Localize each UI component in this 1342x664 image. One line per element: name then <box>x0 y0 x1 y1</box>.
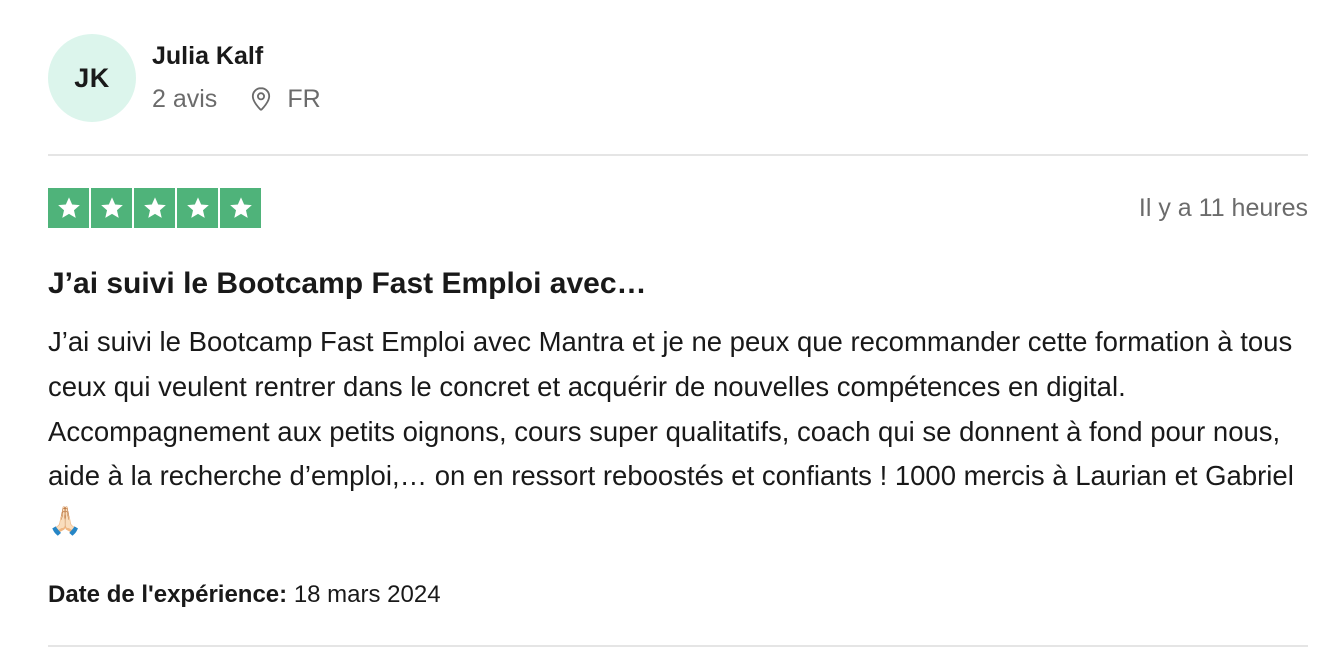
review-count: 2 avis <box>152 85 218 113</box>
star-icon <box>220 188 261 228</box>
location-pin-icon <box>247 85 275 113</box>
header-divider <box>48 154 1308 156</box>
avatar-initials: JK <box>74 62 110 93</box>
star-icon <box>48 188 89 228</box>
experience-date-label: Date de l'expérience: <box>48 581 294 608</box>
consumer-info: Julia Kalf 2 avis FR <box>152 40 321 115</box>
consumer-header: JK Julia Kalf 2 avis FR <box>48 34 321 122</box>
consumer-name[interactable]: Julia Kalf <box>152 40 321 72</box>
experience-date-value: 18 mars 2024 <box>293 581 441 608</box>
star-icon <box>134 188 175 228</box>
review-text: J’ai suivi le Bootcamp Fast Emploi avec … <box>48 326 1294 537</box>
star-rating <box>48 188 261 228</box>
experience-date: Date de l'expérience: 18 mars 2024 <box>48 578 441 612</box>
star-icon <box>177 188 218 228</box>
consumer-meta: 2 avis FR <box>152 83 321 115</box>
avatar[interactable]: JK <box>48 34 136 122</box>
star-icon <box>91 188 132 228</box>
review-posted-date: Il y a 11 heures <box>1138 194 1308 222</box>
footer-divider <box>48 645 1308 647</box>
review-title[interactable]: J’ai suivi le Bootcamp Fast Emploi avec… <box>48 264 647 304</box>
consumer-country: FR <box>287 85 321 113</box>
review-card: JK Julia Kalf 2 avis FR Il y a 11 heures… <box>48 0 1308 664</box>
